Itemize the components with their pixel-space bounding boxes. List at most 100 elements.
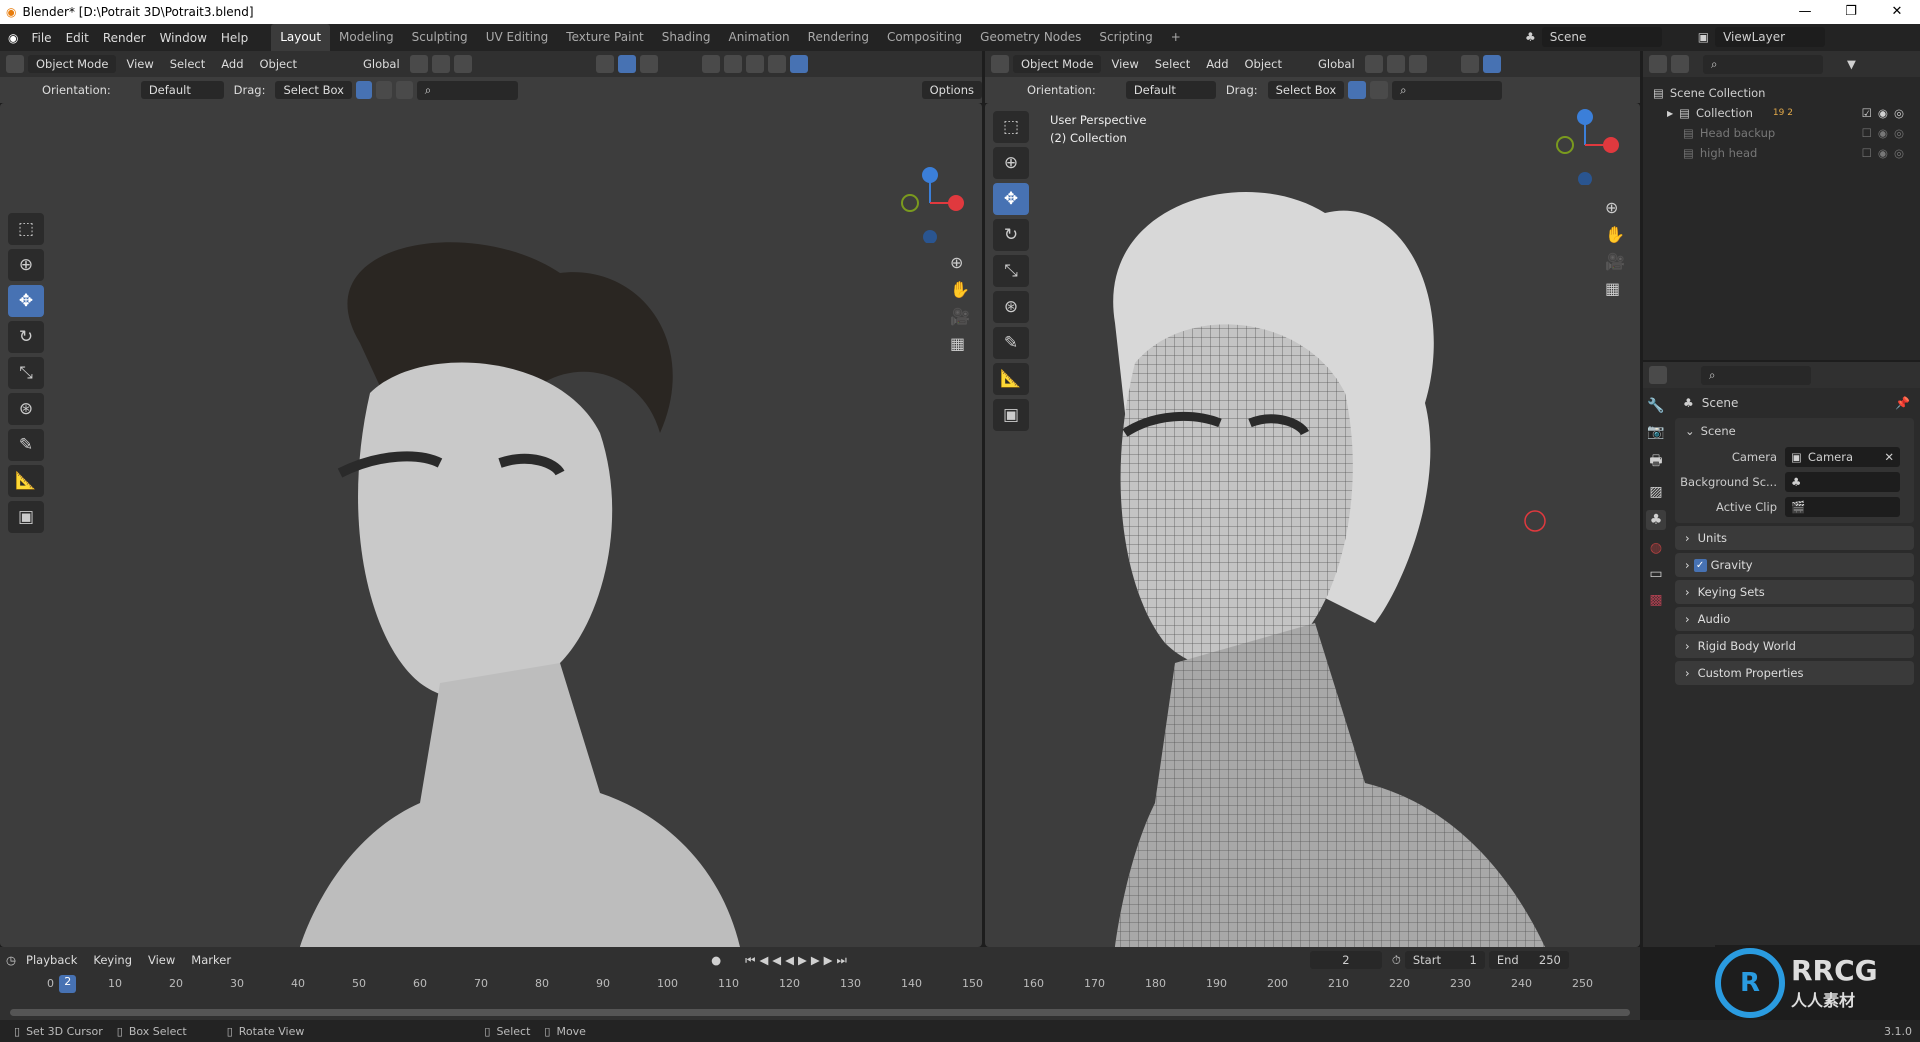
rotate-tool-icon[interactable]: ↻ — [993, 219, 1029, 251]
measure-tool-icon[interactable]: 📐 — [993, 363, 1029, 395]
options-dropdown[interactable]: Options — [921, 81, 982, 99]
maximize-button[interactable]: ❐ — [1828, 0, 1874, 24]
properties-search-icon[interactable]: ⌕ — [1701, 365, 1811, 385]
cursor-tool-icon[interactable]: ⊕ — [993, 147, 1029, 179]
tab-texture-paint[interactable]: Texture Paint — [557, 24, 652, 51]
close-button[interactable]: ✕ — [1874, 0, 1920, 24]
transform-tool-icon[interactable]: ⊛ — [993, 291, 1029, 323]
grid-view-icon[interactable]: ▦ — [1605, 279, 1625, 298]
custom-properties-panel[interactable]: › Custom Properties — [1675, 661, 1914, 685]
editor-type-icon[interactable] — [6, 55, 24, 73]
gravity-panel[interactable]: › ✓ Gravity — [1675, 553, 1914, 577]
solid-shading-icon[interactable] — [745, 55, 764, 73]
visibility-toggles[interactable]: ☐◉◎ — [1862, 146, 1910, 160]
zoom-icon[interactable]: ⊕ — [1605, 198, 1625, 217]
select-mode-new-icon[interactable] — [355, 81, 373, 99]
playback-controls[interactable]: ⏮◀◀◀▶▶▶⏭ — [745, 953, 851, 968]
active-clip-selector[interactable]: 🎬 — [1785, 496, 1900, 517]
end-frame-field[interactable]: End 250 — [1488, 951, 1569, 969]
gizmo-toggle-icon[interactable] — [1482, 55, 1501, 73]
view-menu[interactable]: View — [1105, 55, 1144, 73]
gravity-checkbox[interactable]: ✓ — [1693, 558, 1707, 572]
select-mode-subtract-icon[interactable] — [396, 81, 413, 99]
cursor-tool-icon[interactable]: ⊕ — [8, 249, 44, 281]
proportional-edit-icon[interactable] — [453, 55, 472, 73]
tab-animation[interactable]: Animation — [719, 24, 798, 51]
tab-layout[interactable]: Layout — [271, 24, 331, 51]
search-icon[interactable]: ⌕ — [416, 80, 518, 100]
visibility-toggles[interactable]: ☑◉◎ — [1862, 106, 1910, 120]
editor-type-icon[interactable] — [991, 55, 1009, 73]
add-workspace-button[interactable]: + — [1162, 24, 1190, 51]
menu-help[interactable]: Help — [214, 31, 255, 45]
select-mode-extend-icon[interactable] — [376, 81, 393, 99]
start-frame-field[interactable]: Start 1 — [1404, 951, 1485, 969]
mode-dropdown[interactable]: Object Mode — [28, 55, 117, 73]
background-scene-selector[interactable]: ♣ — [1785, 471, 1900, 492]
transform-tool-icon[interactable]: ⊛ — [8, 393, 44, 425]
visibility-icon[interactable] — [595, 55, 614, 73]
drag-dropdown[interactable]: Select Box — [275, 81, 352, 99]
pan-hand-icon[interactable]: ✋ — [950, 280, 970, 299]
add-cube-tool-icon[interactable]: ▣ — [993, 399, 1029, 431]
visibility-icon[interactable] — [1460, 55, 1479, 73]
navigation-gizmo[interactable] — [890, 163, 970, 244]
select-box-tool-icon[interactable]: ⬚ — [8, 213, 44, 245]
display-mode-icon[interactable] — [1671, 55, 1689, 73]
snap-icon[interactable] — [431, 55, 450, 73]
add-menu[interactable]: Add — [215, 55, 249, 73]
object-menu[interactable]: Object — [1239, 55, 1288, 73]
rendered-shading-icon[interactable] — [789, 55, 808, 73]
zoom-icon[interactable]: ⊕ — [950, 253, 970, 272]
scene-collection-row[interactable]: ▤ Scene Collection — [1643, 83, 1920, 103]
marker-menu[interactable]: Marker — [185, 951, 237, 969]
world-tab-icon[interactable]: ◍ — [1650, 540, 1662, 556]
transform-orientation-dropdown[interactable]: Global — [357, 55, 406, 73]
xray-icon[interactable] — [701, 55, 720, 73]
editor-type-icon[interactable]: ◷ — [6, 953, 16, 967]
tab-uv-editing[interactable]: UV Editing — [477, 24, 558, 51]
pivot-icon[interactable] — [409, 55, 428, 73]
search-icon[interactable]: ⌕ — [1392, 80, 1503, 100]
select-mode-new-icon[interactable] — [1348, 81, 1367, 99]
move-tool-icon[interactable]: ✥ — [8, 285, 44, 317]
select-mode-extend-icon[interactable] — [1370, 81, 1389, 99]
camera-view-icon[interactable]: 🎥 — [1605, 252, 1625, 271]
scene-tab-icon[interactable]: ♣ — [1645, 510, 1667, 530]
view-menu[interactable]: View — [142, 951, 181, 969]
add-menu[interactable]: Add — [1200, 55, 1234, 73]
select-menu[interactable]: Select — [1149, 55, 1196, 73]
outliner-search-icon[interactable]: ⌕ — [1703, 54, 1823, 74]
wireframe-shading-icon[interactable] — [723, 55, 742, 73]
outliner-item[interactable]: ▤ high head ☐◉◎ — [1643, 143, 1920, 163]
grid-view-icon[interactable]: ▦ — [950, 334, 970, 353]
audio-panel[interactable]: › Audio — [1675, 607, 1914, 631]
tab-modeling[interactable]: Modeling — [330, 24, 403, 51]
texture-tab-icon[interactable]: ▩ — [1649, 592, 1662, 608]
select-box-tool-icon[interactable]: ⬚ — [993, 111, 1029, 143]
frame-ruler[interactable]: 0 10 20 30 40 50 60 70 80 90 100 110 120 130 140 150 160… — [0, 973, 1640, 995]
scene-panel-header[interactable]: ⌄ Scene — [1675, 418, 1914, 444]
tool-tab-icon[interactable]: 🔧 — [1647, 398, 1664, 414]
rotate-tool-icon[interactable]: ↻ — [8, 321, 44, 353]
visibility-toggles[interactable]: ☐◉◎ — [1862, 126, 1910, 140]
pin-icon[interactable]: 📌 — [1895, 396, 1910, 410]
keying-sets-panel[interactable]: › Keying Sets — [1675, 580, 1914, 604]
tab-geometry-nodes[interactable]: Geometry Nodes — [971, 24, 1090, 51]
keying-menu[interactable]: Keying — [87, 951, 138, 969]
record-icon[interactable]: ● — [711, 953, 721, 967]
menu-render[interactable]: Render — [96, 31, 153, 45]
drag-dropdown[interactable]: Select Box — [1267, 81, 1345, 99]
move-tool-icon[interactable]: ✥ — [993, 183, 1029, 215]
filter-icon[interactable]: ▼ — [1847, 57, 1856, 71]
orientation-dropdown[interactable]: Default — [1125, 81, 1216, 99]
view-layer-selector[interactable]: ViewLayer — [1715, 27, 1826, 47]
blender-menu-icon[interactable]: ◉ — [8, 31, 18, 45]
left-3d-viewport[interactable]: ⬚ ⊕ ✥ ↻ ⤡ ⊛ ✎ 📐 ▣ ⊕ ✋ 🎥 ▦ — [0, 103, 982, 947]
material-shading-icon[interactable] — [767, 55, 786, 73]
scale-tool-icon[interactable]: ⤡ — [8, 357, 44, 389]
proportional-edit-icon[interactable] — [1408, 55, 1427, 73]
navigation-gizmo[interactable] — [1545, 105, 1625, 186]
rigid-body-world-panel[interactable]: › Rigid Body World — [1675, 634, 1914, 658]
view-layer-tab-icon[interactable]: ▨ — [1649, 484, 1662, 500]
